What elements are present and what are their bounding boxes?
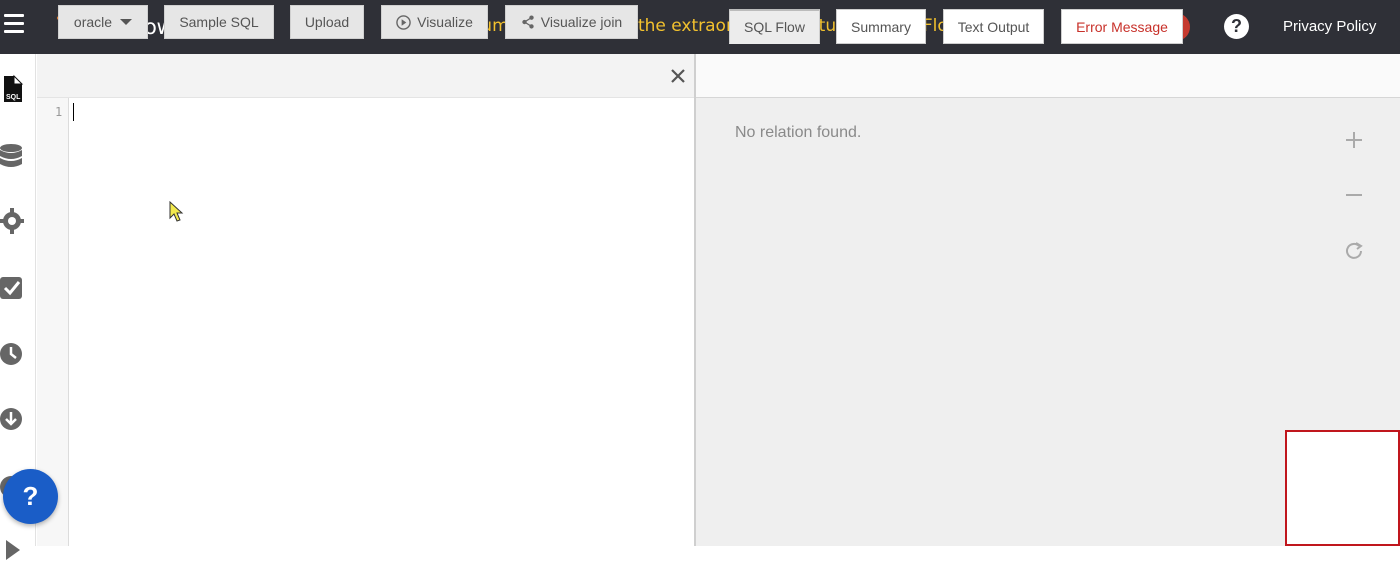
reset-icon[interactable] [1343,239,1365,261]
share-icon [522,15,534,29]
help-button[interactable]: ? [3,469,58,524]
visualize-join-button[interactable]: Visualize join [505,5,638,39]
editor-toolbar [37,54,695,98]
close-icon[interactable] [669,67,687,85]
gear-icon[interactable] [0,208,26,234]
sql-file-icon[interactable]: SQL [0,74,26,102]
line-number: 1 [55,105,63,119]
visualize-label: Visualize [417,14,473,30]
visualize-button[interactable]: Visualize [381,5,488,39]
play-circle-icon [396,14,411,30]
tab-sql-flow[interactable]: SQL Flow [729,9,820,44]
db-vendor-select[interactable]: oracle [58,5,148,39]
download-icon[interactable] [0,406,26,432]
upload-button[interactable]: Upload [290,5,364,39]
menu-icon[interactable] [4,14,24,38]
clock-icon[interactable] [0,341,26,367]
result-tabs [696,54,1400,98]
zoom-out-icon[interactable] [1343,184,1365,206]
play-icon[interactable] [0,538,26,564]
db-vendor-value: oracle [73,14,113,30]
visualize-join-label: Visualize join [540,14,623,30]
sql-editor[interactable] [70,98,694,546]
privacy-policy-link[interactable]: Privacy Policy [1283,18,1376,35]
help-icon[interactable]: ? [1224,14,1249,39]
database-icon[interactable] [0,142,26,168]
sample-sql-button[interactable]: Sample SQL [164,5,274,39]
text-cursor [73,103,74,121]
empty-result-message: No relation found. [735,124,862,141]
mouse-pointer-icon [169,201,184,222]
tab-summary[interactable]: Summary [836,9,926,44]
checkbox-icon[interactable] [0,276,26,302]
sql-badge-label: SQL [6,94,21,101]
chevron-down-icon [120,19,133,25]
tab-text-output[interactable]: Text Output [943,9,1044,44]
minimap[interactable] [1285,430,1400,546]
tab-error-message[interactable]: Error Message [1061,9,1183,44]
zoom-in-icon[interactable] [1343,129,1365,151]
